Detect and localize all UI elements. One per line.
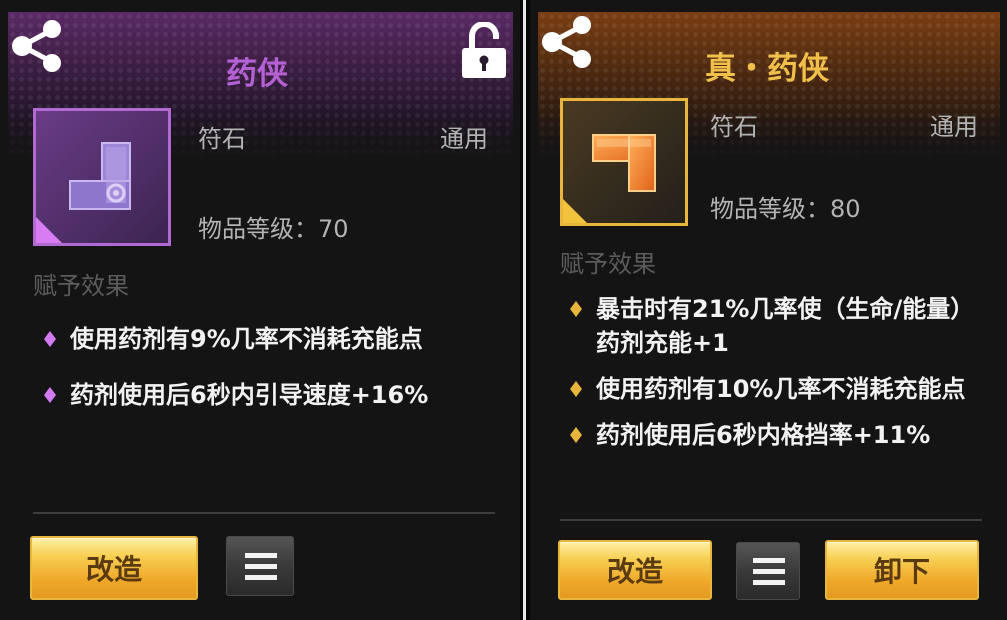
effect-text: 使用药剂有10%几率不消耗充能点 [596,375,966,403]
item-level: 物品等级：80 [710,195,861,223]
item-level: 物品等级：70 [198,215,349,243]
divider [560,519,982,521]
diamond-bullet-icon [44,387,56,403]
effect-text: 使用药剂有9%几率不消耗充能点 [70,325,423,353]
diamond-bullet-icon [44,331,56,347]
unlock-icon[interactable] [460,21,508,78]
share-icon[interactable] [8,16,68,76]
diamond-bullet-icon [570,381,582,397]
menu-button[interactable] [736,542,800,600]
item-type: 符石 [710,113,758,141]
item-icon-frame [560,98,688,226]
diamond-bullet-icon [570,301,582,317]
item-tooltip-left: 药侠 符石 通用 物品等级：70 赋予效果 使用药剂有9%几率不消耗充能点 药剂… [0,0,520,620]
effects-heading: 赋予效果 [33,272,129,300]
effect-text: 药剂使用后6秒内引导速度+16% [70,381,429,409]
list-item: 药剂使用后6秒内格挡率+11% [566,418,991,452]
effect-text: 暴击时有21%几率使（生命/能量）药剂充能+1 [596,295,975,357]
item-slot: 通用 [440,125,488,153]
unequip-button[interactable]: 卸下 [825,540,979,600]
modify-button[interactable]: 改造 [30,536,198,600]
effects-list: 使用药剂有9%几率不消耗充能点 药剂使用后6秒内引导速度+16% [40,322,480,434]
item-slot: 通用 [930,113,978,141]
item-tooltip-right: 真・药侠 符石 通用 物品等级：80 赋予效果 暴击时有21%几率使（生命/能量… [530,0,1007,620]
diamond-bullet-icon [570,427,582,443]
menu-icon [245,553,277,558]
list-item: 药剂使用后6秒内引导速度+16% [40,378,480,412]
modify-button[interactable]: 改造 [558,540,712,600]
menu-button[interactable] [226,536,294,596]
effects-heading: 赋予效果 [560,250,656,278]
divider [33,512,495,514]
list-item: 使用药剂有10%几率不消耗充能点 [566,372,991,406]
share-icon[interactable] [538,12,598,72]
item-title: 药侠 [226,56,288,92]
effect-text: 药剂使用后6秒内格挡率+11% [596,421,931,449]
item-type: 符石 [198,125,246,153]
list-item: 暴击时有21%几率使（生命/能量）药剂充能+1 [566,292,991,360]
menu-icon [753,558,785,563]
item-title: 真・药侠 [705,51,829,87]
item-icon-frame [33,108,171,246]
panel-divider [520,0,530,620]
effects-list: 暴击时有21%几率使（生命/能量）药剂充能+1 使用药剂有10%几率不消耗充能点… [566,292,991,464]
list-item: 使用药剂有9%几率不消耗充能点 [40,322,480,356]
